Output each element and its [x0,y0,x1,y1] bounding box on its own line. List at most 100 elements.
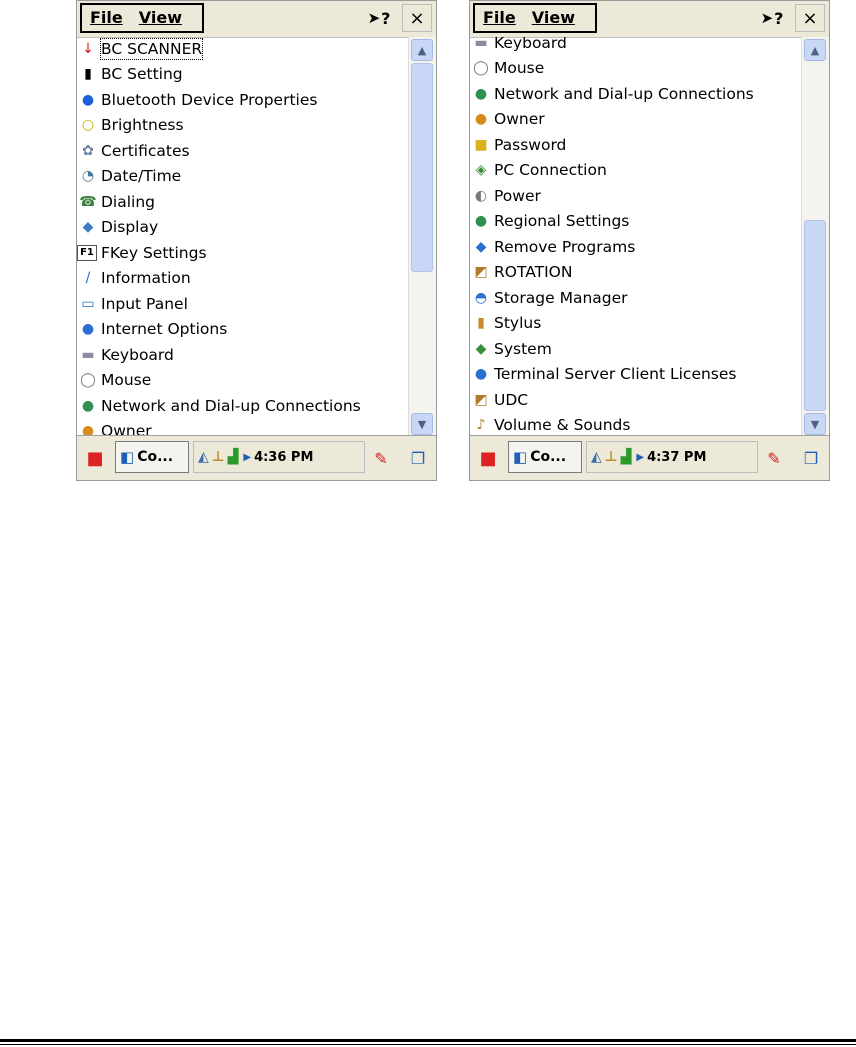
list-item-label: Information [101,269,191,288]
system-tray: ◭ ⊥ ▟ ▶ 4:36 PM [193,441,365,473]
menu-file[interactable]: File [82,5,131,31]
stylus-icon: ▮ [477,315,485,332]
system-tray: ◭ ⊥ ▟ ▶ 4:37 PM [586,441,758,473]
list-item[interactable]: ◆ System [470,336,552,362]
list-item[interactable]: ☎ Dialing [77,189,155,215]
start-windows-icon[interactable]: ■ [475,445,501,471]
globe-icon: ● [81,321,95,338]
taskbar: ■ ◧ Co... ◭ ⊥ ▟ ▶ 4:37 PM ✎ ❐ [470,435,829,480]
list-item[interactable]: ■ Password [470,132,566,158]
list-item[interactable]: F1 FKey Settings [77,240,207,266]
input-method-icon[interactable]: ✎ [368,445,394,471]
clock-icon: ◔ [81,168,95,185]
scroll-thumb[interactable] [411,63,433,272]
input-method-icon[interactable]: ✎ [761,445,787,471]
menu-view[interactable]: View [131,5,190,31]
scroll-down-button[interactable]: ▼ [804,413,826,435]
list-item-label: Network and Dial-up Connections [494,84,754,103]
arrow-pointer-icon: ➤ [760,9,774,27]
close-button[interactable]: × [795,4,825,32]
list-item[interactable]: ◆ Display [77,215,159,241]
signal-icon[interactable]: ▟ [228,449,239,465]
network-tray-icon[interactable]: ◭ [198,449,209,465]
list-item-label: Date/Time [101,167,182,186]
list-item[interactable]: ▬ Keyboard [470,37,567,56]
list-item[interactable]: / Information [77,266,191,292]
mouse-icon: ◯ [80,372,96,389]
window-switch-icon[interactable]: ❐ [798,445,824,471]
menu-bar: File View ➤? × [77,1,436,38]
list-item-label: System [494,339,552,358]
page-rule-thick [0,1039,856,1042]
network-icon: ● [81,397,95,414]
arrow-pointer-icon: ➤ [367,9,381,27]
list-item[interactable]: ✿ Certificates [77,138,189,164]
vertical-scrollbar[interactable]: ▲ ▼ [801,37,829,437]
list-item[interactable]: ▮ Stylus [470,311,541,337]
list-item[interactable]: ◯ Mouse [470,56,544,82]
list-item[interactable]: ● Regional Settings [470,209,629,235]
keyboard-icon: ▬ [81,346,95,363]
list-item[interactable]: ● Internet Options [77,317,227,343]
vertical-scrollbar[interactable]: ▲ ▼ [408,37,436,437]
bluetooth-icon: ● [81,91,95,108]
list-item[interactable]: ● Network and Dial-up Connections [470,81,754,107]
network-tray-icon[interactable]: ◭ [591,449,602,465]
list-item-label: Internet Options [101,320,228,339]
list-item-label: UDC [494,390,529,409]
menu-view[interactable]: View [524,5,583,31]
list-item[interactable]: ▬ Keyboard [77,342,174,368]
list-item-label: Display [101,218,159,237]
usb-tray-icon[interactable]: ⊥ [605,449,618,465]
owner-icon: ● [474,111,488,128]
list-item-label: Regional Settings [494,212,630,231]
list-item[interactable]: ◔ Date/Time [77,164,181,190]
udc-icon: ◩ [474,391,488,408]
list-item-label: Terminal Server Client Licenses [494,365,737,384]
list-item-label: Network and Dial-up Connections [101,396,361,415]
list-item[interactable]: ● Owner [470,107,545,133]
list-item[interactable]: ● Bluetooth Device Properties [77,87,318,113]
menu-file[interactable]: File [475,5,524,31]
list-item[interactable]: ♪ Volume & Sounds [470,413,631,438]
list-item[interactable]: ↓ BC SCANNER [77,37,204,62]
start-windows-icon[interactable]: ■ [82,445,108,471]
pc-connection-icon: ◈ [475,162,487,179]
list-item[interactable]: ◯ Mouse [77,368,151,394]
list-item-label: PC Connection [494,161,607,180]
phone-icon: ☎ [79,193,97,210]
task-button-control-panel[interactable]: ◧ Co... [508,441,582,473]
list-item[interactable]: ◈ PC Connection [470,158,607,184]
clock-time[interactable]: 4:37 PM [647,450,706,465]
help-button[interactable]: ➤? [364,4,394,32]
list-item[interactable]: ◩ ROTATION [470,260,572,286]
tray-expand-icon[interactable]: ▶ [636,452,644,463]
list-item[interactable]: ◩ UDC [470,387,528,413]
list-item[interactable]: ▮ BC Setting [77,62,182,88]
chevron-down-icon: ▼ [810,417,820,431]
list-item[interactable]: ◐ Power [470,183,541,209]
signal-icon[interactable]: ▟ [621,449,632,465]
list-item[interactable]: ▭ Input Panel [77,291,188,317]
barcode-icon: ▮ [84,66,92,83]
scroll-thumb[interactable] [804,219,826,411]
list-item-label: Keyboard [494,37,567,52]
volume-icon: ♪ [476,417,486,434]
list-item[interactable]: ○ Brightness [77,113,184,139]
list-item[interactable]: ◓ Storage Manager [470,285,628,311]
list-item-label: Keyboard [101,345,174,364]
scroll-down-button[interactable]: ▼ [411,413,433,435]
window-switch-icon[interactable]: ❐ [405,445,431,471]
usb-tray-icon[interactable]: ⊥ [212,449,225,465]
scroll-up-button[interactable]: ▲ [804,39,826,61]
clock-time[interactable]: 4:36 PM [254,450,313,465]
list-item[interactable]: ● Network and Dial-up Connections [77,393,361,419]
task-button-control-panel[interactable]: ◧ Co... [115,441,189,473]
tray-expand-icon[interactable]: ▶ [243,452,251,463]
close-button[interactable]: × [402,4,432,32]
list-item-label: Password [494,135,567,154]
scroll-up-button[interactable]: ▲ [411,39,433,61]
list-item[interactable]: ◆ Remove Programs [470,234,636,260]
help-button[interactable]: ➤? [757,4,787,32]
list-item[interactable]: ● Terminal Server Client Licenses [470,362,737,388]
